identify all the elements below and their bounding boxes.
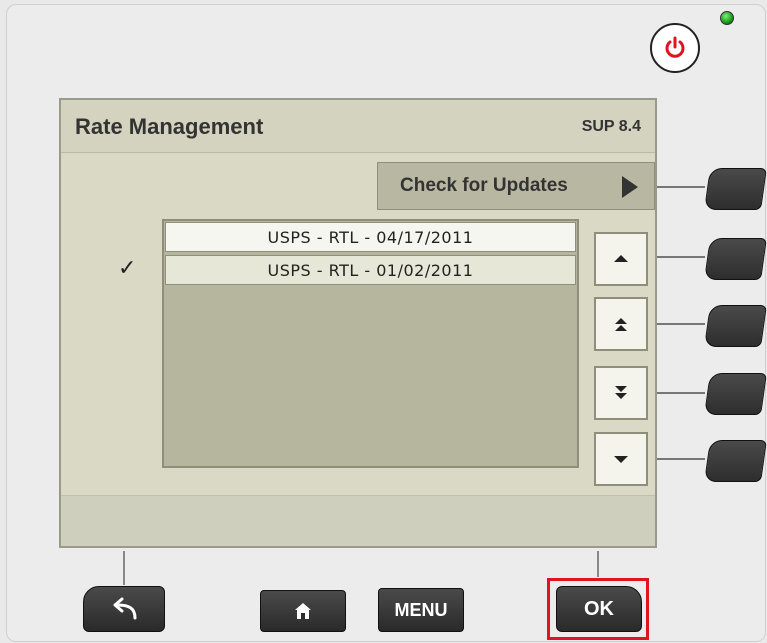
list-item[interactable]: USPS - RTL - 04/17/2011 (165, 222, 576, 252)
double-chevron-up-icon (615, 318, 627, 331)
back-button[interactable] (83, 586, 165, 632)
soft-key-connector (657, 323, 705, 325)
ok-highlight-box (547, 578, 649, 640)
display-screen: Rate Management SUP 8.4 Check for Update… (59, 98, 657, 548)
back-arrow-icon (113, 597, 137, 620)
soft-key-connector (657, 392, 705, 394)
check-for-updates-label: Check for Updates (400, 175, 568, 196)
soft-key-5[interactable] (704, 440, 767, 482)
check-for-updates-button[interactable]: Check for Updates (377, 162, 655, 210)
ok-key-connector (597, 551, 599, 577)
power-button[interactable] (650, 23, 700, 73)
page-down-button[interactable] (594, 366, 648, 420)
status-led (720, 11, 734, 25)
soft-key-connector (657, 186, 705, 188)
page-up-button[interactable] (594, 297, 648, 351)
chevron-down-icon (614, 456, 628, 463)
power-icon (665, 36, 685, 58)
chevron-up-icon (614, 255, 628, 262)
version-label: SUP 8.4 (581, 118, 641, 135)
rate-list: USPS - RTL - 04/17/2011 USPS - RTL - 01/… (162, 219, 579, 468)
selected-check-icon: ✓ (118, 256, 137, 281)
soft-key-connector (657, 256, 705, 258)
scroll-down-button[interactable] (594, 432, 648, 486)
soft-key-3[interactable] (704, 305, 767, 347)
play-arrow-icon (622, 176, 638, 198)
menu-button[interactable]: MENU (378, 588, 464, 632)
home-icon (295, 603, 311, 619)
soft-key-4[interactable] (704, 373, 767, 415)
list-item[interactable]: USPS - RTL - 01/02/2011 (165, 255, 576, 285)
scroll-up-button[interactable] (594, 232, 648, 286)
home-button[interactable] (260, 590, 346, 632)
screen-header: Rate Management SUP 8.4 (61, 100, 655, 153)
soft-key-1[interactable] (704, 168, 767, 210)
screen-footer (61, 495, 655, 546)
soft-key-connector (657, 458, 705, 460)
soft-key-2[interactable] (704, 238, 767, 280)
back-key-connector (123, 551, 125, 585)
page-title: Rate Management (75, 114, 264, 139)
double-chevron-down-icon (615, 386, 627, 399)
